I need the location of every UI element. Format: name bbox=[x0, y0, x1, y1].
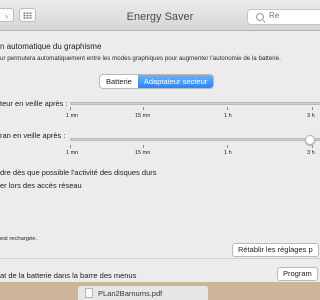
tick-label: 1 h bbox=[224, 150, 232, 156]
tick-mark bbox=[312, 107, 313, 110]
tick-label: 15 mn bbox=[135, 113, 151, 119]
schedule-button[interactable]: Program bbox=[277, 267, 318, 281]
search-icon bbox=[256, 13, 264, 21]
show-battery-status-option[interactable]: at de la batterie dans la barre des menu… bbox=[0, 271, 136, 280]
tick-mark bbox=[227, 145, 228, 148]
pdf-file-icon bbox=[85, 288, 93, 298]
window-titlebar: › Energy Saver bbox=[0, 0, 320, 31]
computer-sleep-slider[interactable] bbox=[70, 102, 320, 105]
energy-saver-pane: n automatique du graphisme ur permutera … bbox=[0, 31, 320, 282]
auto-graphics-switching-label[interactable]: n automatique du graphisme bbox=[0, 42, 101, 51]
tick-mark bbox=[312, 145, 313, 148]
hard-disk-sleep-option[interactable]: dre dès que possible l'activité des disq… bbox=[0, 168, 157, 177]
display-sleep-slider-knob[interactable] bbox=[305, 135, 315, 145]
search-field[interactable] bbox=[247, 9, 320, 25]
restore-defaults-button[interactable]: Rétablir les réglages p bbox=[232, 243, 319, 257]
battery-charged-note: est rechargée. bbox=[0, 236, 38, 242]
display-sleep-slider[interactable] bbox=[70, 138, 320, 141]
tab-power-adapter[interactable]: Adaptateur secteur bbox=[137, 75, 214, 88]
tick-mark bbox=[143, 107, 144, 110]
divider bbox=[0, 258, 320, 259]
search-input[interactable] bbox=[269, 11, 320, 20]
tick-mark bbox=[70, 107, 71, 110]
auto-graphics-switching-description: ur permutera automatiquement entre les m… bbox=[0, 55, 281, 62]
tick-mark bbox=[227, 107, 228, 110]
tick-label: 1 mn bbox=[66, 113, 79, 119]
tab-battery[interactable]: Batterie bbox=[100, 75, 138, 88]
tick-label: 1 mn bbox=[66, 150, 79, 156]
tick-label: 1 h bbox=[224, 113, 232, 119]
tick-label: 15 mn bbox=[135, 150, 151, 156]
tick-mark bbox=[143, 145, 144, 148]
tick-label: 3 h bbox=[307, 150, 315, 156]
computer-sleep-label: teur en veille après : bbox=[0, 99, 68, 108]
desktop-file-name: PLan2Barnums.pdf bbox=[98, 289, 163, 298]
tick-label: 3 h bbox=[307, 113, 315, 119]
tick-mark bbox=[70, 145, 71, 148]
power-source-tabs: Batterie Adaptateur secteur bbox=[99, 74, 215, 89]
display-sleep-label: ran en veille après : bbox=[0, 131, 66, 140]
wake-network-access-option[interactable]: er lors des accès réseau bbox=[0, 181, 82, 190]
